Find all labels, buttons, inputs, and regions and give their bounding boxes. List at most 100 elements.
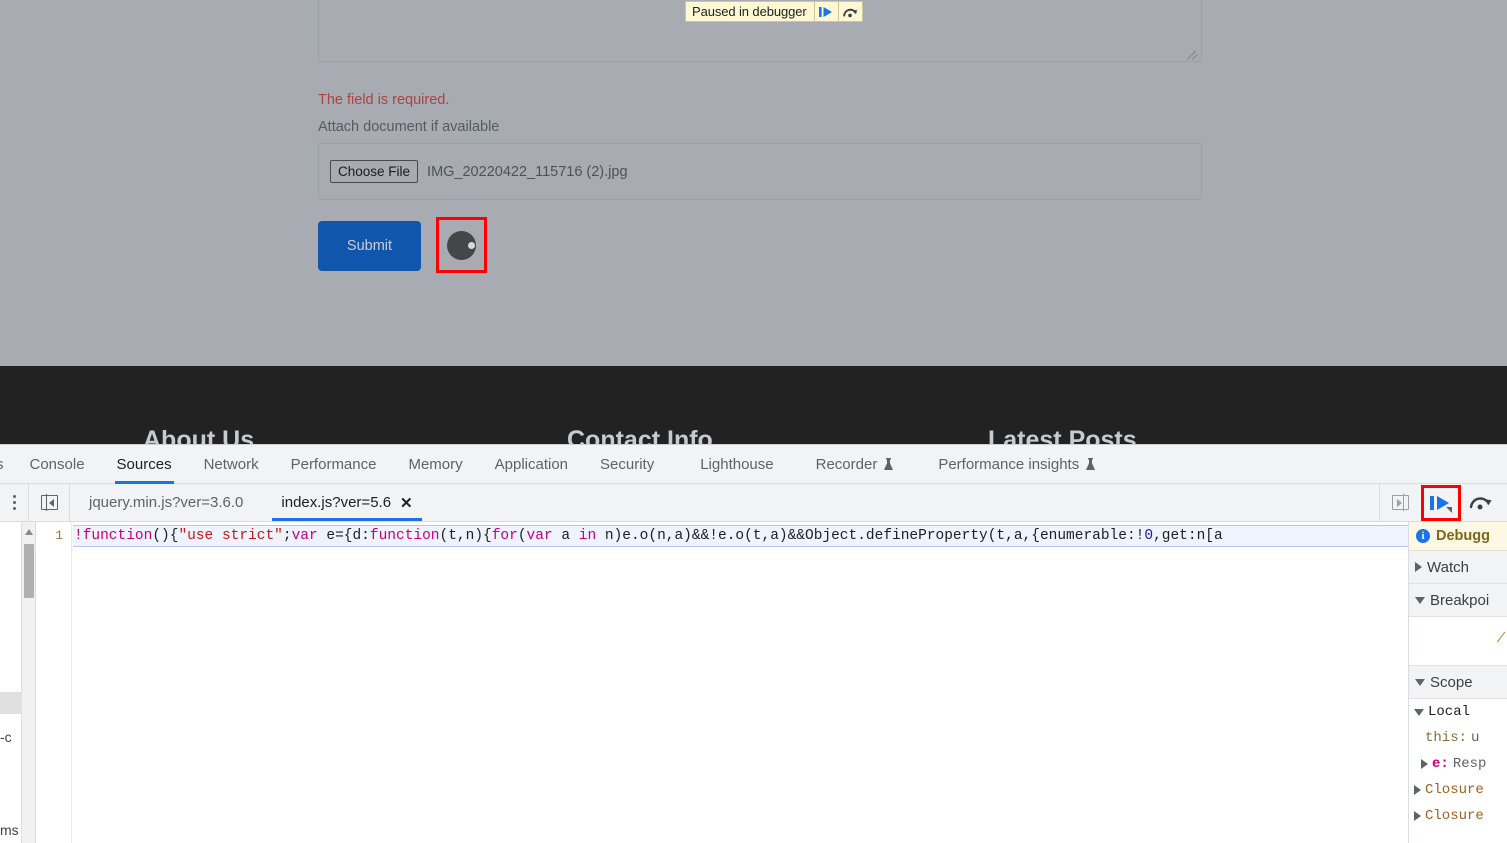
scope-name: this:: [1425, 730, 1468, 746]
sidebar-section-watch[interactable]: Watch: [1409, 551, 1507, 584]
navigator-selected-row[interactable]: [0, 692, 22, 714]
chevron-down-icon: [1414, 708, 1424, 716]
navigator-fragment[interactable]: ms: [0, 822, 19, 838]
chevron-right-icon: [1415, 562, 1422, 572]
show-debugger-sidebar-icon[interactable]: [1379, 484, 1421, 521]
sidebar-section-scope[interactable]: Scope: [1409, 666, 1507, 699]
chevron-right-icon: [1414, 811, 1421, 821]
paused-in-debugger-banner: Paused in debugger: [685, 1, 863, 22]
debugger-toolbar: [1379, 484, 1507, 521]
show-navigator-icon[interactable]: [29, 484, 70, 521]
scope-row-this[interactable]: this: u: [1409, 725, 1507, 751]
scroll-up-arrow-icon[interactable]: [25, 529, 33, 535]
code-token: e={d:: [317, 528, 370, 544]
navigator-scrollbar[interactable]: [21, 522, 35, 843]
sidebar-section-breakpoints[interactable]: Breakpoi: [1409, 584, 1507, 617]
tab-label: Network: [203, 455, 259, 473]
tab-security[interactable]: Security: [584, 445, 670, 484]
tab-elements-clipped[interactable]: s: [0, 445, 14, 484]
code-token: !function: [74, 528, 153, 544]
debugger-sidebar: i Debugg Watch Breakpoi / Scope Local th…: [1408, 522, 1507, 843]
code-line-1[interactable]: !function(){"use strict";var e={d:functi…: [73, 525, 1408, 547]
code-token: a: [552, 528, 579, 544]
more-options-icon[interactable]: [0, 484, 29, 521]
paused-in-debugger-label: Paused in debugger: [692, 4, 807, 19]
tab-lighthouse[interactable]: Lighthouse: [684, 445, 789, 484]
section-label: Scope: [1430, 673, 1473, 691]
line-number: 1: [55, 528, 63, 543]
highlighted-spinner-region[interactable]: [436, 217, 487, 273]
tab-memory[interactable]: Memory: [392, 445, 478, 484]
scrollbar-thumb[interactable]: [24, 544, 34, 598]
scope-value: Resp: [1452, 756, 1487, 772]
overlay-resume-icon[interactable]: [813, 2, 838, 21]
code-token: (: [517, 528, 527, 544]
tab-label: Memory: [408, 455, 463, 473]
breakpoints-list[interactable]: /: [1409, 617, 1507, 666]
step-over-next-function-call-button[interactable]: [1461, 485, 1501, 521]
sidebar-panel-icon: [1392, 494, 1409, 511]
resume-script-execution-button[interactable]: [1421, 484, 1461, 521]
code-token: "use strict": [178, 528, 283, 544]
line-number-gutter: 1: [36, 522, 72, 843]
tab-console[interactable]: Console: [14, 445, 101, 484]
tab-label: Console: [29, 455, 85, 473]
scope-row-closure-1[interactable]: Closure: [1409, 777, 1507, 803]
flask-icon: [1085, 458, 1096, 472]
close-icon[interactable]: ✕: [400, 494, 413, 512]
section-label: Breakpoi: [1430, 591, 1490, 609]
navigator-fragment[interactable]: -c: [0, 729, 12, 745]
selected-file-name: IMG_20220422_115716 (2).jpg: [427, 163, 628, 180]
attach-document-label: Attach document if available: [318, 119, 500, 135]
tab-recorder[interactable]: Recorder: [800, 445, 911, 484]
tab-label: Security: [600, 455, 655, 473]
debugger-control-buttons: [1421, 484, 1507, 521]
code-token: for: [491, 528, 518, 544]
tab-network[interactable]: Network: [188, 445, 275, 484]
submit-button[interactable]: Submit: [318, 221, 421, 271]
tab-sources[interactable]: Sources: [101, 445, 188, 484]
code-token: function: [369, 528, 440, 544]
file-tab-label: index.js?ver=5.6: [281, 494, 392, 511]
sources-body: -c ms .ne ois. m 1 !function(){"use stri…: [0, 522, 1507, 843]
info-icon: i: [1416, 529, 1430, 543]
tab-label: Sources: [116, 455, 172, 473]
tab-label: Performance: [290, 455, 377, 473]
file-tab-jquery[interactable]: jquery.min.js?ver=3.6.0: [70, 484, 262, 521]
tab-label: Lighthouse: [700, 455, 774, 473]
scope-row-closure-2[interactable]: Closure: [1409, 803, 1507, 829]
tab-label: Recorder: [815, 455, 878, 473]
web-page-content: Paused in debugger The field is required…: [0, 0, 1507, 450]
scope-name: Closure: [1425, 808, 1484, 824]
textarea-resize-handle[interactable]: [1187, 48, 1199, 60]
flask-icon: [883, 458, 894, 472]
spinner-dot: [468, 241, 475, 249]
debugger-banner-text: Debugg: [1436, 528, 1490, 544]
code-token: ;: [282, 528, 292, 544]
choose-file-button[interactable]: Choose File: [330, 160, 419, 183]
code-editor[interactable]: 1 !function(){"use strict";var e={d:func…: [36, 522, 1408, 843]
navigator-panel-icon: [40, 494, 58, 511]
code-token: ,get:n[a: [1153, 528, 1223, 544]
devtools-tab-bar: s Console Sources Network Performance Me…: [0, 445, 1507, 484]
breakpoint-entry[interactable]: /: [1497, 631, 1505, 647]
code-token: in: [578, 528, 597, 544]
scope-name: e:: [1432, 756, 1449, 772]
tab-label: s: [0, 456, 4, 473]
file-tab-index-js[interactable]: index.js?ver=5.6 ✕: [262, 484, 431, 521]
chevron-right-icon: [1421, 759, 1428, 769]
scope-row-e[interactable]: e: Resp: [1409, 751, 1507, 777]
tab-performance-insights[interactable]: Performance insights: [922, 445, 1112, 484]
validation-error-text: The field is required.: [318, 92, 450, 108]
screenshot-root: Paused in debugger The field is required…: [0, 0, 1507, 843]
overlay-step-over-icon[interactable]: [837, 2, 862, 21]
scope-row-local[interactable]: Local: [1409, 699, 1507, 725]
tab-application[interactable]: Application: [479, 445, 584, 484]
tab-performance[interactable]: Performance: [275, 445, 393, 484]
chevron-down-icon: [1415, 596, 1425, 604]
code-token: var: [526, 528, 553, 544]
file-navigator-pane[interactable]: -c ms .ne ois. m: [0, 522, 36, 843]
loading-spinner-icon: [447, 230, 476, 260]
file-upload-field[interactable]: Choose File IMG_20220422_115716 (2).jpg: [318, 143, 1202, 200]
chevron-right-icon: [1414, 785, 1421, 795]
